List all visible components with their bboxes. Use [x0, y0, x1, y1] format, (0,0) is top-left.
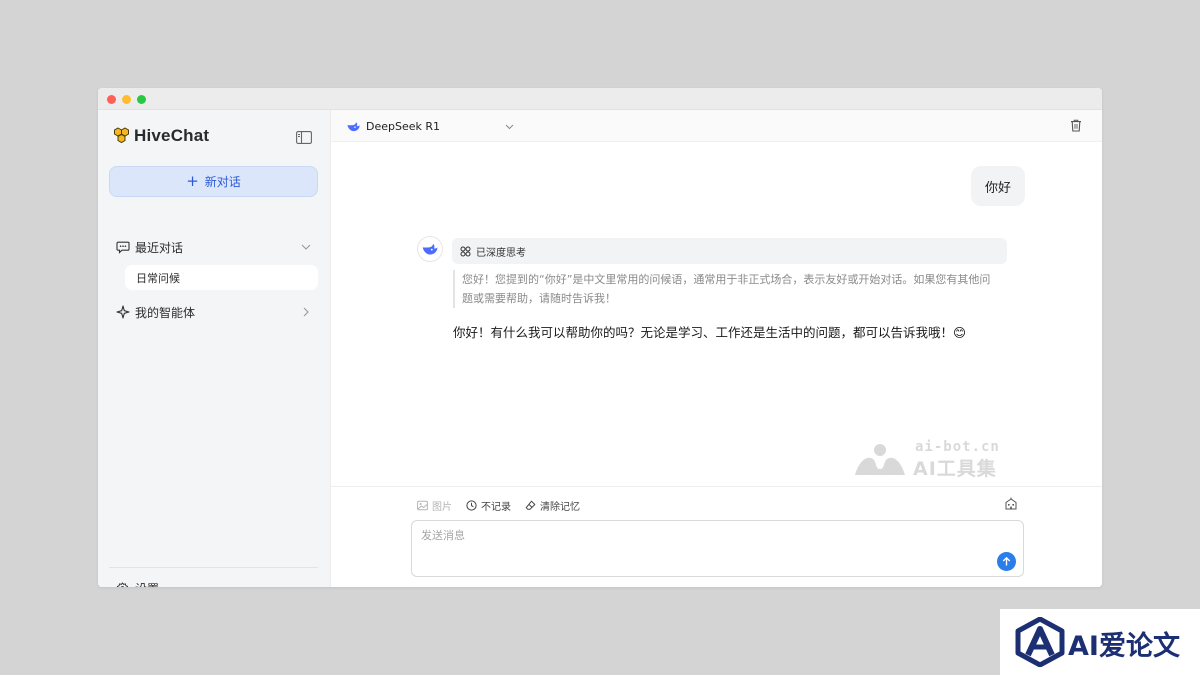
settings-label: 设置: [135, 580, 159, 587]
chevron-right-icon: [303, 307, 309, 317]
my-agents-section[interactable]: 我的智能体: [109, 300, 320, 324]
thinking-grid-icon: [460, 246, 471, 256]
no-record-button[interactable]: 不记录: [466, 498, 511, 513]
watermark-title: AI工具集: [913, 458, 997, 480]
model-name: DeepSeek R1: [366, 120, 441, 133]
chat-main: DeepSeek R1 你好 已深度思考 您好！您提到的“你好”是中文里常用的问…: [331, 110, 1102, 587]
image-upload-button[interactable]: 图片: [417, 498, 452, 513]
recent-chats-label: 最近对话: [135, 240, 184, 255]
user-message-bubble: 你好: [971, 166, 1026, 206]
image-upload-label: 图片: [432, 501, 452, 513]
app-name: HiveChat: [134, 126, 210, 145]
trash-icon[interactable]: [1070, 119, 1082, 132]
chat-bubble-icon: [116, 241, 130, 254]
building-icon[interactable]: [1005, 497, 1017, 510]
arrow-up-icon: [1002, 556, 1011, 566]
deepseek-whale-icon: [347, 122, 360, 132]
my-agents-label: 我的智能体: [135, 305, 196, 320]
input-toolbar: 图片 不记录 清除记忆: [417, 497, 594, 513]
maximize-window-button[interactable]: [137, 95, 146, 104]
new-chat-label: 新对话: [204, 175, 241, 189]
recent-chat-title: 日常问候: [136, 271, 180, 285]
bot-avatar: [417, 236, 443, 262]
corner-badge: AI爱论文: [1000, 609, 1200, 675]
chat-topbar: DeepSeek R1: [331, 110, 1102, 142]
watermark-logo-icon: [855, 444, 905, 475]
thinking-label: 已深度思考: [476, 247, 526, 259]
recent-chats-section[interactable]: 最近对话: [109, 235, 320, 259]
image-icon: [417, 500, 428, 510]
message-input[interactable]: [411, 520, 1024, 577]
watermark-url: ai-bot.cn: [915, 439, 1000, 455]
new-chat-button[interactable]: + 新对话: [109, 166, 318, 197]
user-message-text: 你好: [985, 180, 1012, 196]
assistant-answer: 你好！有什么我可以帮助你的吗？无论是学习、工作还是生活中的问题，都可以告诉我哦！…: [453, 325, 967, 340]
ai-logo-icon: [1015, 617, 1065, 667]
input-area: 图片 不记录 清除记忆: [331, 486, 1102, 587]
close-window-button[interactable]: [107, 95, 116, 104]
window-titlebar: [98, 88, 1102, 110]
chevron-down-icon: [505, 124, 514, 130]
gear-icon: [116, 582, 129, 587]
app-window: HiveChat + 新对话 最近对话 日常问候 我的智能体 DeepSeek …: [98, 88, 1102, 587]
clock-icon: [466, 499, 477, 511]
brand: HiveChat: [112, 126, 209, 146]
badge-text: AI爱论文: [1068, 631, 1180, 662]
clear-memory-label: 清除记忆: [540, 501, 580, 513]
sidebar: HiveChat + 新对话 最近对话 日常问候 我的智能体: [98, 110, 331, 587]
send-button[interactable]: [997, 552, 1016, 571]
deep-thinking-toggle[interactable]: 已深度思考: [452, 238, 1007, 264]
sparkle-icon: [116, 305, 130, 319]
settings-button[interactable]: 设置: [116, 580, 159, 587]
no-record-label: 不记录: [481, 501, 511, 513]
recent-chat-item[interactable]: 日常问候: [125, 265, 318, 290]
chevron-down-icon: [301, 244, 311, 250]
sidebar-divider: [109, 567, 318, 568]
watermark: ai-bot.cn AI工具集: [853, 435, 1023, 483]
plus-icon: +: [186, 172, 199, 190]
minimize-window-button[interactable]: [122, 95, 131, 104]
deepseek-whale-icon: [422, 243, 438, 255]
hive-logo-icon: [114, 127, 129, 144]
model-selector[interactable]: DeepSeek R1: [346, 118, 516, 135]
clear-memory-button[interactable]: 清除记忆: [525, 498, 580, 513]
eraser-icon: [525, 500, 536, 510]
thinking-content: 您好！您提到的“你好”是中文里常用的问候语，通常用于非正式场合，表示友好或开始对…: [453, 270, 1001, 308]
sidebar-toggle-icon[interactable]: [296, 131, 312, 144]
